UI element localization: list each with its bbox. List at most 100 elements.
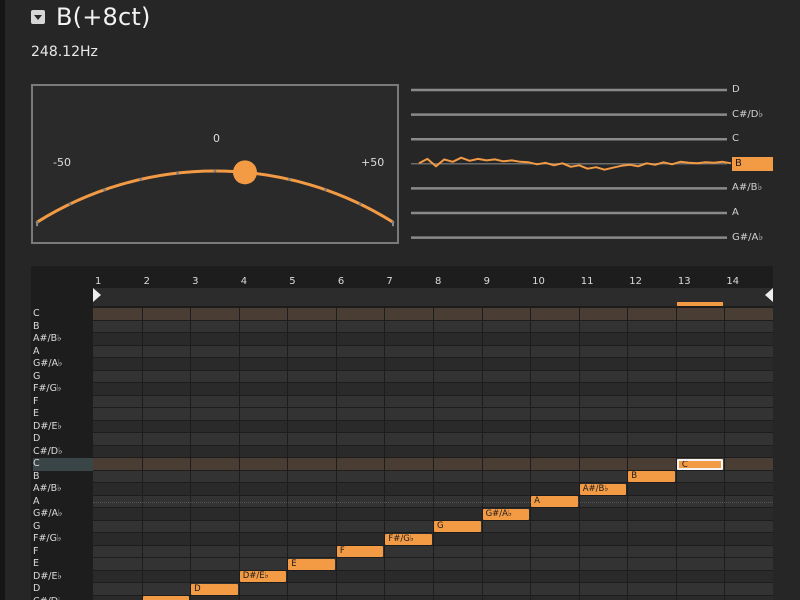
bar-number: 5 [289, 276, 296, 287]
piano-roll: 1 2 3 4 5 6 7 8 9 10 11 12 13 14 C B A#/B♭ A G#/A♭ G F#/G♭ F… [31, 266, 773, 600]
note-block[interactable] [142, 596, 190, 600]
meter-arc [36, 169, 394, 224]
bar-number: 6 [337, 276, 345, 287]
loop-strip[interactable] [93, 288, 773, 306]
triangle-down-icon [34, 14, 42, 20]
bar-divider [724, 308, 726, 600]
meter-left-label: -50 [53, 156, 71, 169]
note-block[interactable]: A [531, 496, 578, 507]
loop-position-marker [676, 302, 724, 306]
key-label[interactable]: G [33, 521, 93, 534]
key-label[interactable]: F [33, 396, 93, 409]
bar-number: 2 [143, 276, 150, 287]
meter-right-label: +50 [361, 156, 385, 169]
note-block[interactable]: G [434, 521, 481, 532]
meter-tick [358, 202, 362, 206]
note-block[interactable]: G#/A♭ [482, 508, 530, 520]
note-grid[interactable]: D D#/E♭ E F F#/G♭ G G#/A♭ A A#/B♭ B C [93, 308, 773, 600]
meter-center-label: 0 [213, 132, 220, 145]
key-label[interactable]: A#/B♭ [33, 483, 93, 496]
key-label[interactable]: A [33, 346, 93, 359]
bar-number: 13 [677, 276, 691, 287]
key-label[interactable]: A [33, 496, 93, 509]
meter-tick [324, 188, 327, 192]
key-label[interactable]: G#/A♭ [33, 508, 93, 521]
cents-meter: 0 -50 +50 [31, 84, 399, 244]
bar-divider [433, 308, 434, 600]
note-label-0: D [732, 84, 740, 95]
bar-divider [578, 308, 580, 600]
meter-tick [68, 202, 72, 206]
cents-meter-arc [35, 160, 395, 227]
note-block[interactable]: C [676, 458, 724, 470]
bar-number: 14 [726, 276, 740, 287]
bar-number: 3 [192, 276, 199, 287]
note-block[interactable]: F [336, 546, 384, 557]
meter-tick [288, 177, 291, 181]
bar-number: 8 [435, 276, 442, 287]
bar-divider [384, 308, 386, 600]
key-label[interactable]: C [33, 458, 93, 471]
bar-divider [530, 308, 532, 600]
note-block[interactable]: E [288, 558, 335, 570]
bar-divider [238, 308, 240, 600]
key-label[interactable]: C#/D♭ [33, 446, 93, 459]
note-label-6: G#/A♭ [732, 231, 764, 243]
key-label[interactable]: G [33, 371, 93, 384]
bar-divider [675, 308, 677, 600]
collapse-toggle[interactable] [31, 10, 45, 24]
key-label[interactable]: D [33, 583, 93, 596]
meter-tick [213, 169, 217, 173]
note-block[interactable]: D [191, 583, 238, 595]
key-label[interactable]: F#/G♭ [33, 533, 93, 546]
bar-divider [141, 308, 143, 600]
note-label-1: C#/D♭ [732, 108, 764, 120]
bar-number: 4 [240, 276, 248, 287]
note-label-4: A#/B♭ [732, 182, 763, 194]
note-label-5: A [732, 207, 739, 218]
note-block[interactable]: A#/B♭ [579, 483, 627, 495]
key-label[interactable]: D [33, 433, 93, 446]
note-label-3: B [732, 156, 773, 171]
frequency-readout: 248.12Hz [31, 44, 98, 60]
meter-tick [139, 177, 142, 181]
bar-number: 7 [386, 276, 393, 287]
bar-ruler[interactable]: 1 2 3 4 5 6 7 8 9 10 11 12 13 14 [93, 266, 773, 308]
bar-divider [481, 308, 483, 600]
key-label[interactable]: B [33, 321, 93, 334]
key-label[interactable]: C [33, 308, 93, 321]
bar-number: 11 [580, 276, 594, 287]
loop-start-marker[interactable] [93, 288, 101, 302]
key-label[interactable]: G#/A♭ [33, 358, 93, 371]
loop-end-marker[interactable] [765, 288, 773, 302]
bar-number: 12 [629, 276, 643, 287]
meter-tick [176, 171, 179, 175]
key-label[interactable]: D#/E♭ [33, 571, 93, 584]
bar-number: 9 [483, 276, 490, 287]
reference-pitch-line [93, 501, 773, 503]
key-label[interactable]: C#/D♭ [33, 596, 93, 600]
key-label[interactable]: F#/G♭ [33, 383, 93, 396]
note-block[interactable]: B [628, 471, 675, 482]
key-label[interactable]: A#/B♭ [33, 333, 93, 346]
key-label[interactable]: E [33, 558, 93, 571]
key-label[interactable]: E [33, 408, 93, 421]
meter-tick [103, 188, 106, 192]
detected-note-title: B(+8ct) [56, 3, 151, 31]
note-block[interactable]: F#/G♭ [385, 533, 432, 545]
bar-divider [627, 308, 629, 600]
key-label[interactable]: D#/E♭ [33, 421, 93, 434]
meter-needle-dot [232, 160, 257, 185]
pitch-trace-plot [411, 88, 732, 239]
bar-divider [287, 308, 289, 600]
note-block[interactable]: D#/E♭ [239, 571, 287, 582]
key-label[interactable]: B [33, 471, 93, 484]
title-row: B(+8ct) [31, 2, 151, 32]
bar-divider [190, 308, 192, 600]
bar-number: 1 [95, 276, 102, 287]
pitch-history-graph: D C#/D♭ C B A#/B♭ A G#/A♭ [405, 80, 775, 250]
bar-number: 10 [532, 276, 545, 287]
key-label[interactable]: F [33, 546, 93, 559]
note-label-2: C [732, 133, 739, 145]
tuner-window: B(+8ct) 248.12Hz 0 -50 +50 D C#/D♭ C B A#/B♭… [5, 0, 800, 600]
